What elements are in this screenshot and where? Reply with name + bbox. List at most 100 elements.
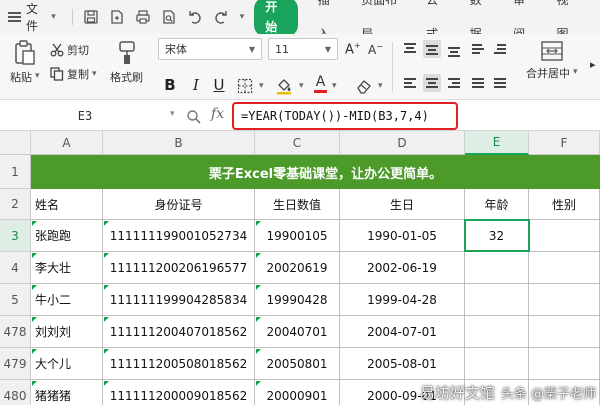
table-cell[interactable] [465,284,529,316]
table-header-cell[interactable]: 生日数值 [255,189,340,220]
table-cell[interactable]: 张跑跑 [31,220,103,252]
formula-input[interactable]: =YEAR(TODAY())-MID(B3,7,4) [232,102,458,130]
font-color-button[interactable]: A [314,75,327,93]
table-header-cell[interactable]: 性别 [529,189,600,220]
column-header-c[interactable]: C [255,131,340,155]
italic-button[interactable]: I [187,76,205,94]
table-cell[interactable]: 20050801 [255,348,340,380]
table-cell[interactable] [465,348,529,380]
print-icon[interactable] [133,7,153,27]
table-cell[interactable]: 猪猪猪 [31,380,103,405]
align-middle-icon[interactable] [423,40,441,58]
insert-function-button[interactable]: fx [211,106,224,122]
row-header[interactable]: 2 [0,189,31,220]
table-cell[interactable]: 111111199904285834 [103,284,255,316]
table-cell[interactable]: 111111200508018562 [103,348,255,380]
more-ribbon-icon[interactable]: ▸ [590,58,596,71]
column-header-b[interactable]: B [103,131,255,155]
table-cell[interactable]: 19900105 [255,220,340,252]
table-cell[interactable]: 111111200009018562 [103,380,255,405]
align-top-icon[interactable] [401,40,419,58]
table-cell[interactable]: 2002-06-19 [340,252,465,284]
column-header-f[interactable]: F [529,131,600,155]
row-header[interactable]: 1 [0,155,31,189]
table-cell[interactable] [529,316,600,348]
decrease-font-size-button[interactable]: A− [368,42,383,57]
redo-icon[interactable] [211,7,231,27]
row-header[interactable]: 4 [0,252,31,284]
name-box[interactable]: E3 [10,105,160,127]
table-cell[interactable] [529,220,600,252]
zoom-search-icon[interactable] [186,109,202,125]
table-cell[interactable]: 2005-08-01 [340,348,465,380]
save-icon[interactable] [81,7,101,27]
table-cell[interactable] [529,348,600,380]
table-cell[interactable]: 1990-01-05 [340,220,465,252]
table-cell[interactable]: 牛小二 [31,284,103,316]
table-cell[interactable] [465,316,529,348]
file-menu[interactable]: 文件 ▾ [8,2,56,33]
text-direction-icon[interactable] [469,40,487,58]
table-cell[interactable]: 20000901 [255,380,340,405]
distributed-align-icon[interactable] [491,74,509,92]
row-header[interactable]: 3 [0,220,31,252]
borders-button[interactable]: ▾ [237,78,264,94]
table-cell[interactable]: 19990428 [255,284,340,316]
row-header[interactable]: 480 [0,380,31,405]
fill-color-button[interactable]: ▾ [275,77,304,95]
spreadsheet-grid[interactable]: A B C D E F 1 栗子Excel零基础课堂，让办公更简单。 2 姓名 … [0,131,600,405]
bold-button[interactable]: B [161,76,179,94]
table-header-cell[interactable]: 生日 [340,189,465,220]
table-cell[interactable]: 20040701 [255,316,340,348]
copy-button[interactable]: 复制 ▾ [50,66,97,82]
cut-button[interactable]: 剪切 [50,42,89,58]
quick-access-more-icon[interactable]: ▾ [240,12,245,22]
align-left-icon[interactable] [401,74,419,92]
increase-font-size-button[interactable]: A+ [345,41,361,57]
table-cell[interactable]: 111111199001052734 [103,220,255,252]
row-header[interactable]: 479 [0,348,31,380]
align-bottom-icon[interactable] [445,40,463,58]
merge-center-button[interactable]: 合并居中 ▾ [526,40,578,81]
column-header-a[interactable]: A [31,131,103,155]
table-cell[interactable]: 20020619 [255,252,340,284]
watermark-sub: 头条 @栗子老师 [500,387,596,402]
underline-button[interactable]: U [210,76,228,94]
tab-home[interactable]: 开始 [254,0,298,37]
clear-format-button[interactable]: ▾ [356,78,383,94]
table-cell[interactable]: 李大壮 [31,252,103,284]
undo-icon[interactable] [185,7,205,27]
font-name-select[interactable]: 宋体 ▼ [158,38,262,60]
font-size-select[interactable]: 11 ▼ [268,38,338,60]
table-cell[interactable]: 2004-07-01 [340,316,465,348]
table-cell[interactable] [529,252,600,284]
row-header[interactable]: 5 [0,284,31,316]
table-cell[interactable]: 大个儿 [31,348,103,380]
table-cell[interactable]: 111111200407018562 [103,316,255,348]
format-painter-button[interactable]: 格式刷 [110,40,143,85]
indent-icon[interactable] [491,40,509,58]
table-cell[interactable]: 1999-04-28 [340,284,465,316]
table-header-cell[interactable]: 身份证号 [103,189,255,220]
table-cell[interactable] [465,252,529,284]
cell-error-indicator [256,221,261,226]
table-header-cell[interactable]: 年龄 [465,189,529,220]
chevron-down-icon[interactable]: ▾ [170,109,175,119]
table-cell[interactable] [529,284,600,316]
chevron-down-icon[interactable]: ▾ [332,81,337,91]
table-header-cell[interactable]: 姓名 [31,189,103,220]
align-center-icon[interactable] [423,74,441,92]
print-preview-icon[interactable] [159,7,179,27]
row-header[interactable]: 478 [0,316,31,348]
sheet-banner[interactable]: 栗子Excel零基础课堂，让办公更简单。 [31,155,600,189]
table-cell[interactable]: 111111200206196577 [103,252,255,284]
table-cell[interactable]: 刘刘刘 [31,316,103,348]
select-all-corner[interactable] [0,131,31,155]
column-header-d[interactable]: D [340,131,465,155]
paste-button[interactable]: 粘贴 ▾ [10,40,40,85]
column-header-e[interactable]: E [465,131,529,155]
justify-icon[interactable] [469,74,487,92]
align-right-icon[interactable] [445,74,463,92]
table-cell[interactable]: 32 [465,220,529,252]
export-pdf-icon[interactable] [107,7,127,27]
